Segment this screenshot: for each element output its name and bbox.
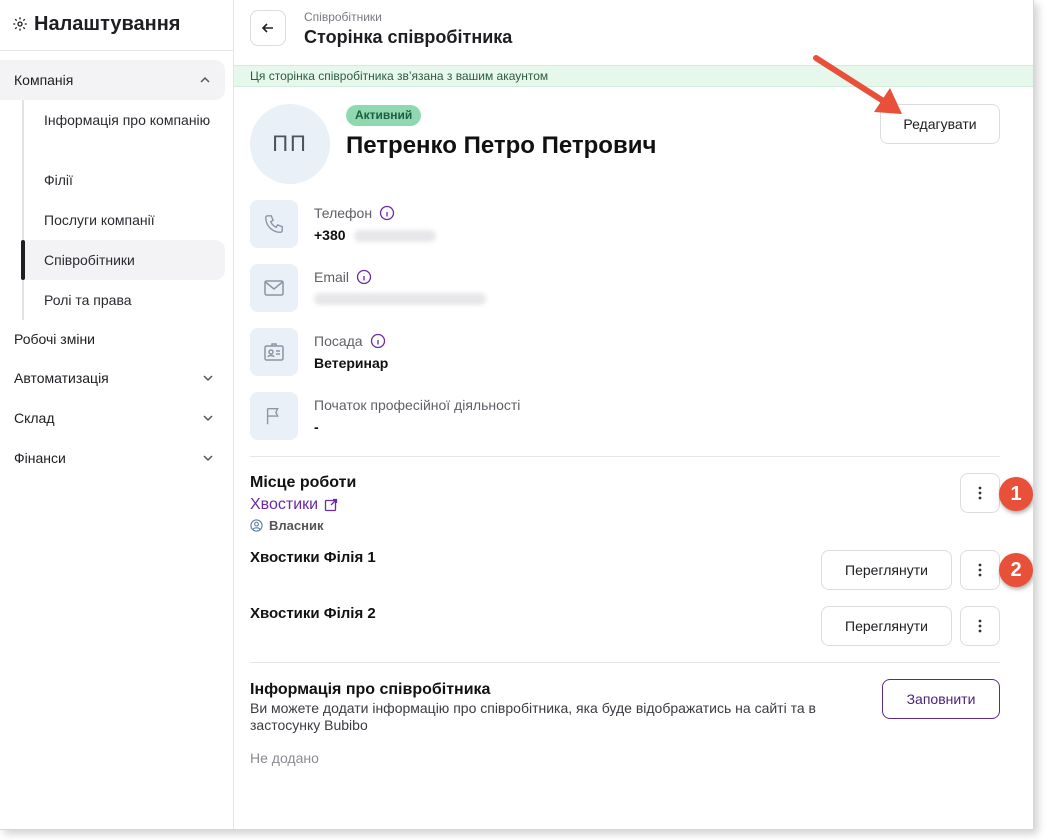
flag-icon [266, 407, 279, 425]
step-badge-1: 1 [999, 477, 1033, 511]
sidebar-item-roles[interactable]: Ролі та права [44, 290, 132, 310]
info-icon[interactable] [379, 205, 395, 221]
phone-redacted [354, 230, 436, 242]
page-title: Сторінка співробітника [304, 27, 513, 47]
status-badge: Активний [346, 105, 422, 126]
info-icon[interactable] [356, 269, 372, 285]
phone-icon-box [250, 200, 298, 248]
position-label-text: Посада [314, 333, 363, 349]
fill-info-button[interactable]: Заповнити [882, 679, 1000, 719]
sidebar-divider [0, 50, 234, 51]
sidebar-item-services[interactable]: Послуги компанії [44, 210, 155, 230]
branch-1-more-button[interactable] [960, 550, 1000, 590]
sidebar-item-employees[interactable]: Співробітники [44, 250, 135, 270]
chevron-down-icon [203, 415, 213, 422]
sidebar-item-label: Фінанси [14, 450, 66, 466]
empty-state-text: Не додано [250, 750, 319, 766]
step-badge-2: 2 [999, 553, 1033, 587]
position-value: Ветеринар [314, 355, 389, 371]
sidebar-item-label: Компанія [14, 72, 74, 88]
branch-1-name: Хвостики Філія 1 [250, 549, 376, 566]
sidebar-item-label: Робочі зміни [14, 331, 96, 347]
branch-2-more-button[interactable] [960, 606, 1000, 646]
sidebar-item-branches[interactable]: Філії [44, 170, 73, 190]
mail-icon [264, 280, 284, 296]
position-label: Посада [314, 333, 386, 349]
sidebar-item-finance[interactable]: Фінанси [14, 448, 214, 468]
sidebar-active-indicator [21, 240, 25, 280]
phone-label: Телефон [314, 205, 395, 221]
chevron-down-icon [203, 375, 213, 382]
employee-name: Петренко Петро Петрович [346, 132, 657, 159]
workplace-role: Власник [250, 518, 323, 533]
external-link-icon[interactable] [324, 498, 338, 512]
email-label: Email [314, 269, 372, 285]
more-vertical-icon [978, 486, 982, 500]
workplace-title: Місце роботи [250, 474, 357, 491]
badge-icon [264, 343, 284, 361]
branch-1-view-button[interactable]: Переглянути [821, 550, 952, 590]
sidebar-item-company[interactable]: Компанія [0, 60, 225, 100]
mail-icon-box [250, 264, 298, 312]
back-button[interactable] [250, 10, 286, 46]
linked-account-notice: Ця сторінка співробітника зв’язана з ваш… [234, 65, 1033, 87]
section-divider [250, 456, 1000, 457]
main-content: Співробітники Сторінка співробітника Ця … [234, 0, 1033, 829]
phone-value: +380 [314, 227, 346, 243]
sidebar-item-label: Автоматизація [14, 370, 109, 386]
app-window: Налаштування Компанія Інформація про ком… [0, 0, 1034, 830]
chevron-up-icon [200, 76, 210, 83]
sidebar-item-label: Склад [14, 410, 55, 426]
career-value: - [314, 419, 319, 435]
position-icon-box [250, 328, 298, 376]
sidebar-title: Налаштування [12, 10, 180, 38]
sidebar-item-warehouse[interactable]: Склад [14, 408, 214, 428]
phone-label-text: Телефон [314, 205, 373, 221]
arrow-left-icon [261, 23, 273, 33]
sidebar-item-shifts[interactable]: Робочі зміни [14, 329, 214, 349]
company-link-text[interactable]: Хвостики [250, 496, 318, 514]
avatar: ПП [250, 104, 330, 184]
more-vertical-icon [978, 619, 982, 633]
chevron-down-icon [203, 455, 213, 462]
info-icon[interactable] [370, 333, 386, 349]
more-vertical-icon [978, 563, 982, 577]
career-label-text: Початок професійної діяльності [314, 397, 521, 413]
sidebar-item-company-info[interactable]: Інформація про компанію [44, 110, 214, 130]
gear-icon [13, 17, 27, 31]
phone-icon [265, 215, 283, 233]
sidebar-title-text: Налаштування [34, 12, 181, 35]
annotation-arrow [813, 55, 902, 114]
career-icon-box [250, 392, 298, 440]
branch-2-name: Хвостики Філія 2 [250, 605, 376, 622]
branch-2-view-button[interactable]: Переглянути [821, 606, 952, 646]
breadcrumb[interactable]: Співробітники [304, 10, 382, 24]
workplace-more-button[interactable] [960, 473, 1000, 513]
company-link[interactable]: Хвостики [250, 496, 338, 514]
user-circle-icon [250, 519, 263, 532]
sidebar-item-automation[interactable]: Автоматизація [14, 368, 214, 388]
employee-info-title: Інформація про співробітника [250, 681, 491, 698]
employee-info-description: Ви можете додати інформацію про співробі… [250, 700, 816, 733]
section-divider [250, 662, 1000, 663]
career-label: Початок професійної діяльності [314, 397, 520, 413]
email-label-text: Email [314, 269, 350, 285]
settings-sidebar: Налаштування Компанія Інформація про ком… [0, 0, 234, 829]
role-text: Власник [269, 518, 324, 533]
email-redacted [314, 293, 486, 305]
submenu-guide-line [22, 100, 24, 320]
